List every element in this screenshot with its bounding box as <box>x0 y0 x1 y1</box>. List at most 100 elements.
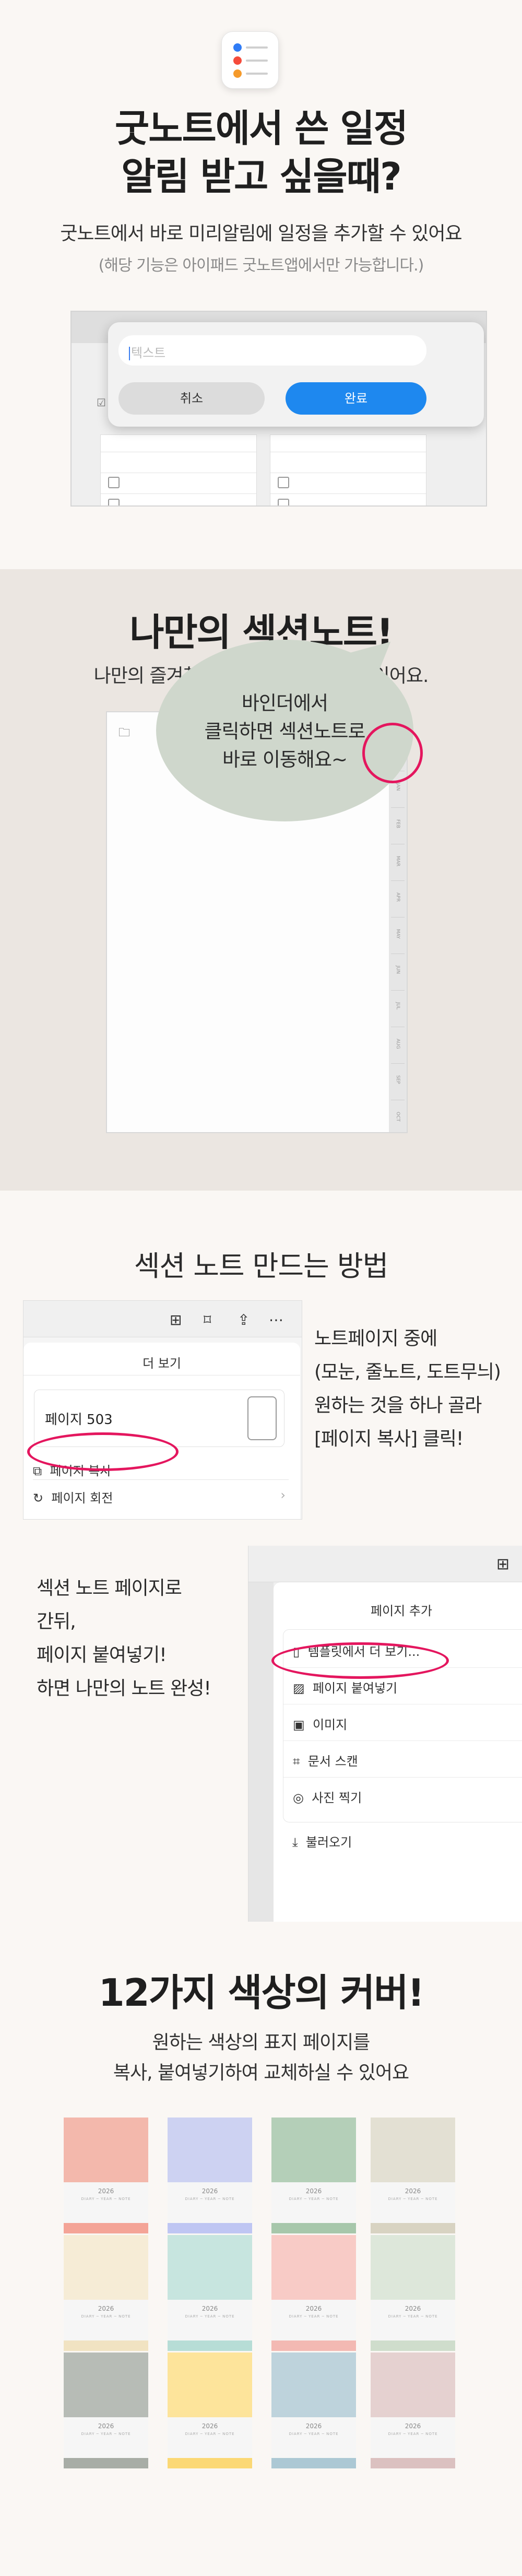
import-item[interactable]: ⤓ 불러오기 <box>292 1832 352 1850</box>
camera-icon: ◎ <box>293 1791 304 1805</box>
how-to-title: 섹션 노트 만드는 방법 <box>134 1250 389 1283</box>
step1-line3: 원하는 것을 하나 골라 <box>314 1395 482 1416</box>
cover-thumbnail[interactable]: 2026 DIARY ─ YEAR ─ NOTE <box>64 2118 148 2233</box>
page-edge <box>248 1582 274 1922</box>
cover-tag: DIARY ─ YEAR ─ NOTE <box>388 2197 438 2201</box>
more-menu-title: 더 보기 <box>143 1356 181 1371</box>
cover-thumbnail[interactable]: 2026 DIARY ─ YEAR ─ NOTE <box>271 2118 356 2233</box>
cover-bottom-band <box>168 2458 252 2468</box>
cover-tag: DIARY ─ YEAR ─ NOTE <box>81 2197 131 2201</box>
section-tab[interactable]: AUG <box>391 1027 405 1063</box>
highlight-paste-page <box>271 1642 449 1679</box>
cover-color-block <box>64 2118 148 2182</box>
scan-icon: ⌗ <box>293 1754 300 1769</box>
cover-tag: DIARY ─ YEAR ─ NOTE <box>81 2314 131 2319</box>
section-tab[interactable]: MAR <box>391 844 405 880</box>
section-tab[interactable]: MAY <box>391 917 405 954</box>
cover-color-block <box>271 2118 356 2182</box>
highlight-copy-page <box>27 1432 179 1471</box>
section-tab[interactable]: SEP <box>391 1063 405 1100</box>
cover-year: 2026 <box>405 2305 421 2312</box>
add-page-screenshot: ⊞ 페이지 추가 ▯ 템플릿에서 더 보기... ▨ 페이지 붙여넣기 ▣ 이미… <box>248 1546 522 1922</box>
rotate-icon: ↻ <box>33 1491 44 1505</box>
cover-year: 2026 <box>201 2422 218 2430</box>
toolbar: ⊞ <box>248 1546 522 1582</box>
cover-bottom-band <box>168 2340 252 2351</box>
import-icon: ⤓ <box>292 1835 298 1850</box>
cover-year: 2026 <box>98 2305 114 2312</box>
paste-page-label: 페이지 붙여넣기 <box>312 1681 398 1696</box>
cover-color-block <box>64 2235 148 2300</box>
cover-thumbnail[interactable]: 2026 DIARY ─ YEAR ─ NOTE <box>371 2235 455 2351</box>
cancel-button[interactable]: 취소 <box>118 382 265 415</box>
cover-thumbnail[interactable]: 2026 DIARY ─ YEAR ─ NOTE <box>168 2235 252 2351</box>
rotate-page-item[interactable]: ↻ 페이지 회전 › <box>33 1488 289 1506</box>
more-menu-screenshot: ⊞ ⌑ ⇪ ⋯ 더 보기 페이지 503 ⧉ 페이지 복사 ↻ 페이지 회전 › <box>23 1300 302 1520</box>
section-tab[interactable]: APR <box>391 880 405 917</box>
bookmark-icon[interactable]: ⌑ <box>204 1311 211 1328</box>
image-label: 이미지 <box>312 1718 348 1732</box>
cover-color-block <box>271 2352 356 2417</box>
reminders-app-icon <box>221 31 279 89</box>
folder-icon[interactable]: 🗀 <box>118 724 130 744</box>
checkbox[interactable] <box>278 477 289 488</box>
step2-line2: 간뒤, <box>37 1611 76 1632</box>
reminder-section: 굿노트에서 쓴 일정 알림 받고 싶을때? 굿노트에서 바로 미리알림에 일정을… <box>0 0 522 569</box>
cover-thumbnail[interactable]: 2026 DIARY ─ YEAR ─ NOTE <box>168 2118 252 2233</box>
image-item[interactable]: ▣ 이미지 <box>293 1714 347 1733</box>
cover-thumbnail[interactable]: 2026 DIARY ─ YEAR ─ NOTE <box>371 2118 455 2233</box>
section-tab[interactable]: JUL <box>391 990 405 1027</box>
section-tab[interactable]: OCT <box>391 1100 405 1132</box>
camera-label: 사진 찍기 <box>312 1791 362 1805</box>
add-page-icon[interactable]: ⊞ <box>170 1311 182 1328</box>
share-icon[interactable]: ⇪ <box>238 1311 250 1328</box>
more-icon[interactable]: ⋯ <box>269 1311 283 1328</box>
cover-bottom-band <box>271 2223 356 2233</box>
cover-tag: DIARY ─ YEAR ─ NOTE <box>289 2314 339 2319</box>
reminder-text-field[interactable]: 텍스트 <box>118 335 426 366</box>
section-tab[interactable]: JUN <box>391 954 405 990</box>
cover-tag: DIARY ─ YEAR ─ NOTE <box>185 2432 235 2436</box>
step2-line4: 하면 나만의 노트 완성! <box>37 1678 211 1699</box>
add-page-icon[interactable]: ⊞ <box>496 1555 509 1573</box>
checkbox[interactable] <box>108 499 120 505</box>
cover-thumbnail[interactable]: 2026 DIARY ─ YEAR ─ NOTE <box>168 2352 252 2468</box>
cover-color-block <box>168 2352 252 2417</box>
checklist-panel-right <box>270 434 426 505</box>
cover-tag: DIARY ─ YEAR ─ NOTE <box>388 2432 438 2436</box>
cover-color-block <box>371 2118 455 2182</box>
checkbox[interactable] <box>108 477 120 488</box>
cover-bottom-band <box>371 2458 455 2468</box>
more-menu: 더 보기 페이지 503 ⧉ 페이지 복사 ↻ 페이지 회전 › <box>23 1343 300 1519</box>
cover-bottom-band <box>271 2458 356 2468</box>
cover-color-block <box>168 2235 252 2300</box>
cover-thumbnail[interactable]: 2026 DIARY ─ YEAR ─ NOTE <box>271 2352 356 2468</box>
confirm-button[interactable]: 완료 <box>286 382 426 415</box>
reminder-title-line1: 굿노트에서 쓴 일정 <box>114 107 408 150</box>
step1-line4: [페이지 복사] 클릭! <box>314 1428 464 1450</box>
cover-bottom-band <box>271 2340 356 2351</box>
camera-item[interactable]: ◎ 사진 찍기 <box>293 1787 362 1806</box>
checkbox[interactable] <box>278 499 289 505</box>
highlight-circle <box>362 723 423 783</box>
toolbar: ⊞ ⌑ ⇪ ⋯ <box>23 1301 302 1337</box>
cover-thumbnail[interactable]: 2026 DIARY ─ YEAR ─ NOTE <box>271 2235 356 2351</box>
scan-item[interactable]: ⌗ 문서 스캔 <box>293 1751 358 1769</box>
reminder-input-dialog: 텍스트 취소 완료 <box>108 322 484 427</box>
cover-thumbnail[interactable]: 2026 DIARY ─ YEAR ─ NOTE <box>64 2352 148 2468</box>
covers-subtitle-line2: 복사, 붙여넣기하여 교체하실 수 있어요 <box>113 2062 409 2084</box>
cover-thumbnail[interactable]: 2026 DIARY ─ YEAR ─ NOTE <box>371 2352 455 2468</box>
copy-icon: ⧉ <box>33 1464 42 1478</box>
cover-tag: DIARY ─ YEAR ─ NOTE <box>289 2432 339 2436</box>
checklist-panel-left <box>100 434 257 505</box>
cover-color-block <box>168 2118 252 2182</box>
cover-thumbnail[interactable]: 2026 DIARY ─ YEAR ─ NOTE <box>64 2235 148 2351</box>
text-placeholder: 텍스트 <box>131 346 166 360</box>
cover-bottom-band <box>64 2458 148 2468</box>
bubble-text-line1: 바인더에서 <box>241 692 328 714</box>
cover-year: 2026 <box>98 2422 114 2430</box>
paste-page-item[interactable]: ▨ 페이지 붙여넣기 <box>293 1678 397 1696</box>
section-tab[interactable]: FEB <box>391 807 405 844</box>
cover-bottom-band <box>64 2223 148 2233</box>
cover-bottom-band <box>168 2223 252 2233</box>
